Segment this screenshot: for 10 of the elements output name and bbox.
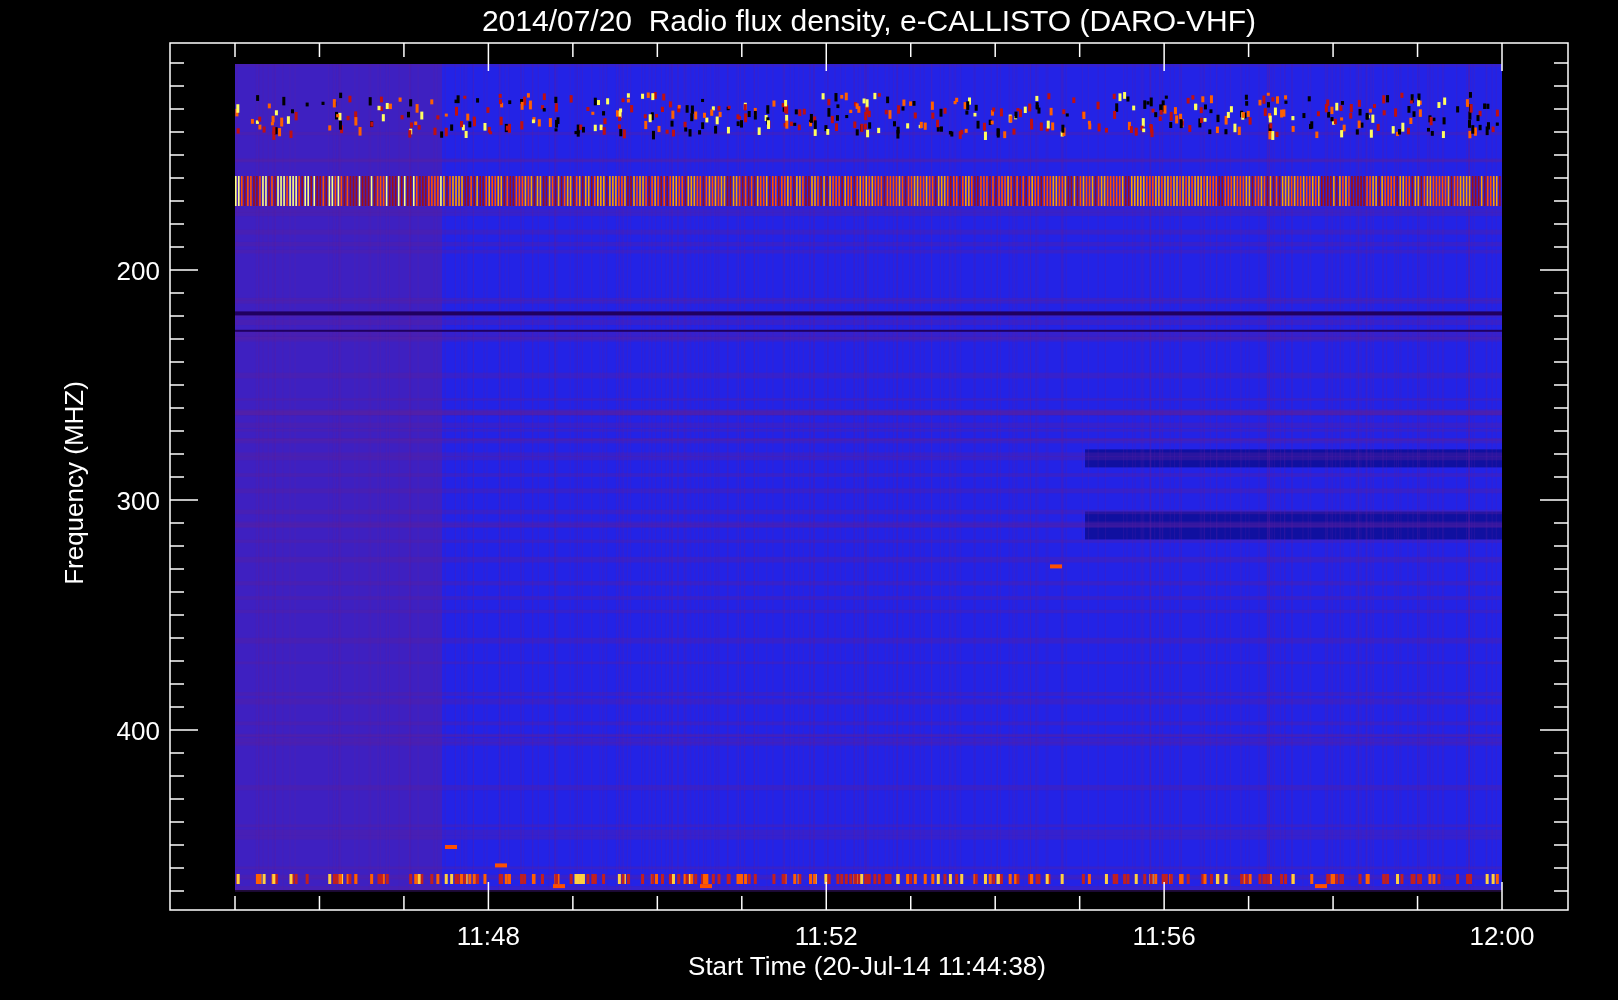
y-axis-label: Frequency (MHZ) — [59, 381, 89, 585]
y-tick-label: 200 — [116, 256, 160, 286]
y-tick-label: 400 — [116, 716, 160, 746]
chart-title: 2014/07/20 Radio flux density, e-CALLISTO (DARO-VHF) — [481, 4, 1257, 37]
x-tick-label: 12:00 — [1469, 921, 1535, 951]
y-tick-label: 300 — [116, 486, 160, 516]
x-axis-label: Start Time (20-Jul-14 11:44:38) — [688, 951, 1046, 981]
x-tick-label: 11:48 — [456, 921, 520, 951]
x-tick-label: 11:56 — [1132, 921, 1196, 951]
x-tick-label: 11:52 — [794, 921, 858, 951]
